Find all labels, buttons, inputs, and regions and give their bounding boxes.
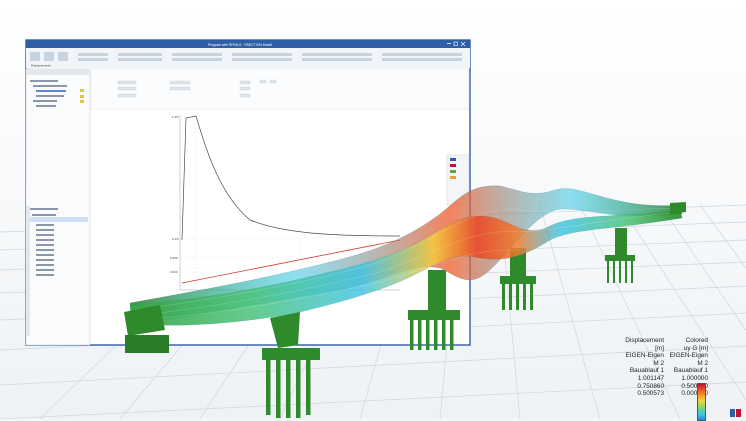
window-title: Program with RFEM 6 · RSECTION Model (208, 43, 272, 47)
navigator-header (26, 69, 90, 75)
legend-colored-case: EIGEN-Eigen (669, 352, 708, 360)
navigator-panel (25, 68, 91, 346)
legend-colored-value: 1.000000 (681, 374, 708, 382)
right-deck-end (670, 202, 686, 214)
legend-colored-title: Colored (685, 337, 708, 344)
color-scale-bar (697, 383, 706, 421)
tree-status-icons (80, 89, 84, 103)
legend-colored-mode: M 2 (697, 359, 708, 367)
vertical-tabs[interactable] (26, 206, 30, 336)
chart-tick-top: 1.3/5 (172, 115, 179, 119)
minimize-icon[interactable] (447, 43, 451, 44)
chart-tick-mid: 0.1/0 (172, 237, 179, 241)
ribbon-group-label: Displacements (31, 64, 51, 68)
chart-tick-a: 0.395 (170, 256, 178, 260)
legend-colored-unit: uy G [m] (683, 344, 708, 352)
navigator-selection[interactable] (30, 217, 88, 222)
chart-tick-b: 0.000 (170, 270, 178, 274)
legend-colored-stage: Bauablauf 1 (673, 367, 708, 375)
options-bar (90, 68, 470, 110)
